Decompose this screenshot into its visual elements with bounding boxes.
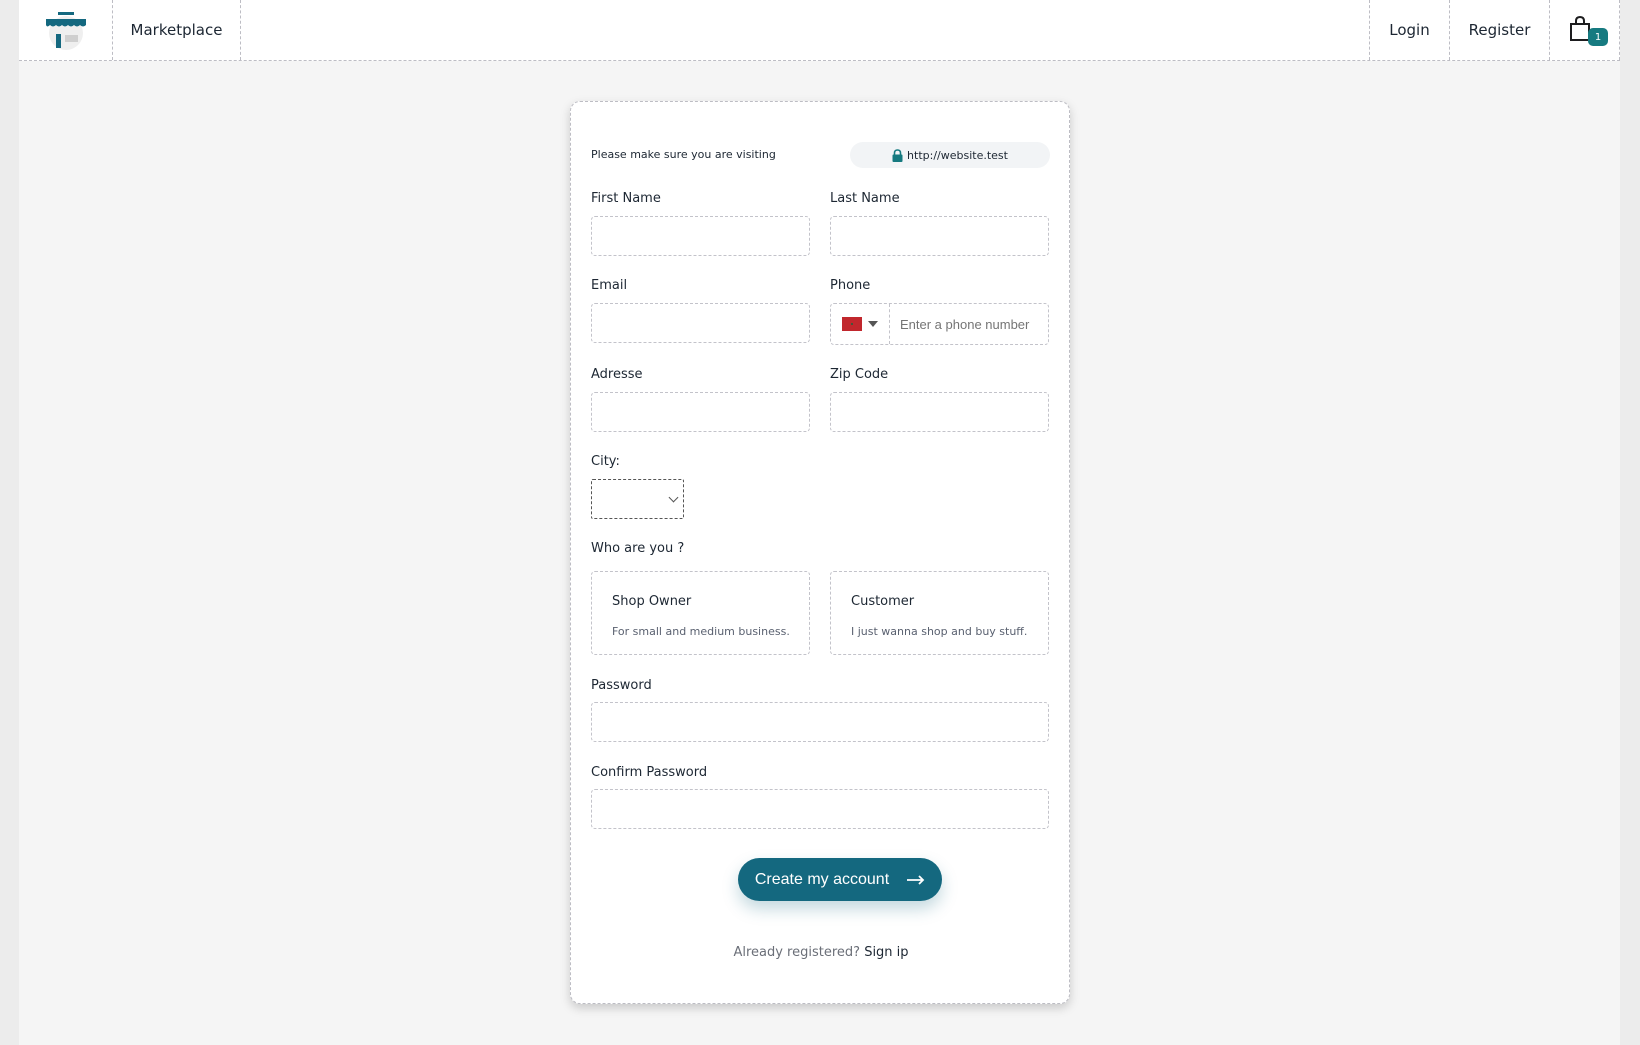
role-label: Who are you ? bbox=[591, 541, 685, 556]
email-input[interactable] bbox=[591, 303, 810, 343]
phone-input[interactable]: Enter a phone number bbox=[890, 304, 1029, 344]
already-registered-text: Already registered? bbox=[733, 945, 861, 960]
brand-link[interactable]: Marketplace bbox=[113, 0, 241, 60]
last-name-label: Last Name bbox=[830, 191, 900, 206]
security-notice: Please make sure you are visiting bbox=[591, 148, 776, 161]
first-name-input[interactable] bbox=[591, 216, 810, 256]
role-title: Shop Owner bbox=[612, 594, 692, 609]
email-label: Email bbox=[591, 278, 628, 293]
logo-link[interactable] bbox=[19, 0, 113, 60]
register-card: Please make sure you are visiting http:/… bbox=[570, 101, 1070, 1004]
top-navbar: Marketplace Login Register 1 bbox=[19, 0, 1620, 61]
create-account-label: Create my account bbox=[754, 870, 890, 888]
lock-icon bbox=[892, 148, 903, 162]
confirm-password-input[interactable] bbox=[591, 789, 1049, 829]
login-link[interactable]: Login bbox=[1369, 0, 1449, 60]
last-name-input[interactable] bbox=[830, 216, 1049, 256]
arrow-right-icon bbox=[907, 874, 925, 885]
password-input[interactable] bbox=[591, 702, 1049, 742]
zip-label: Zip Code bbox=[830, 367, 889, 382]
url-badge: http://website.test bbox=[850, 142, 1050, 168]
already-registered: Already registered? Sign ip bbox=[571, 945, 1071, 960]
register-link[interactable]: Register bbox=[1449, 0, 1549, 60]
caret-down-icon bbox=[868, 321, 878, 327]
password-label: Password bbox=[591, 678, 652, 693]
role-option-customer[interactable]: Customer I just wanna shop and buy stuff… bbox=[830, 571, 1049, 655]
city-select[interactable] bbox=[591, 479, 684, 519]
sign-in-link[interactable]: Sign ip bbox=[864, 945, 908, 960]
confirm-password-label: Confirm Password bbox=[591, 765, 708, 780]
url-text: http://website.test bbox=[907, 148, 1008, 162]
address-label: Adresse bbox=[591, 367, 643, 382]
create-account-button[interactable]: Create my account bbox=[738, 858, 942, 901]
role-option-shop-owner[interactable]: Shop Owner For small and medium business… bbox=[591, 571, 810, 655]
role-description: I just wanna shop and buy stuff. bbox=[851, 625, 1028, 638]
first-name-label: First Name bbox=[591, 191, 661, 206]
cart-button[interactable]: 1 bbox=[1549, 0, 1620, 60]
phone-label: Phone bbox=[830, 278, 871, 293]
address-input[interactable] bbox=[591, 392, 810, 432]
city-label: City: bbox=[591, 454, 620, 469]
page-background: Marketplace Login Register 1 Please make… bbox=[19, 0, 1620, 1045]
flag-morocco-icon bbox=[842, 317, 862, 331]
role-description: For small and medium business. bbox=[612, 625, 790, 638]
phone-input-group: Enter a phone number bbox=[830, 303, 1049, 345]
chevron-down-icon bbox=[668, 492, 679, 503]
zip-input[interactable] bbox=[830, 392, 1049, 432]
header-spacer bbox=[241, 0, 1369, 60]
storefront-icon bbox=[45, 12, 86, 50]
cart-count-badge: 1 bbox=[1588, 28, 1608, 46]
role-title: Customer bbox=[851, 594, 915, 609]
country-code-dropdown[interactable] bbox=[831, 304, 890, 344]
